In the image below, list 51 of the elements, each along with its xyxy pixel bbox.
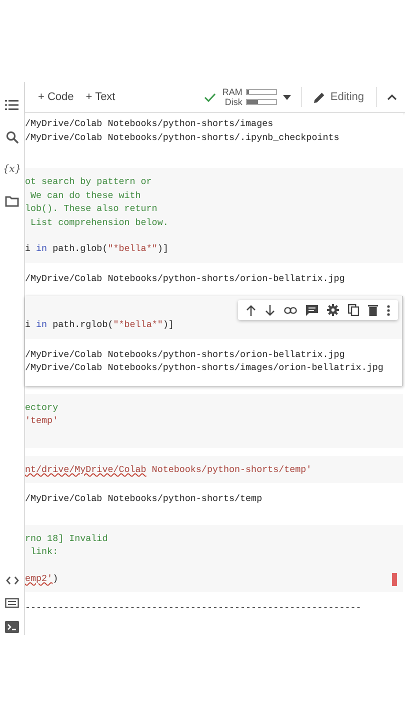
- terminal-icon[interactable]: [5, 621, 19, 633]
- error-marker: [392, 573, 397, 586]
- comment-icon[interactable]: [306, 304, 318, 316]
- code-cell[interactable]: ectory 'temp': [25, 394, 403, 448]
- disk-label: Disk: [224, 97, 242, 107]
- code-line: rno 18] Invalid: [25, 532, 108, 545]
- output-line: /MyDrive/Colab Notebooks/python-shorts/.ipynb_checkpoints: [25, 130, 340, 144]
- keyboard-icon[interactable]: [5, 598, 19, 608]
- code-snippets-icon[interactable]: [6, 576, 18, 585]
- code-line: ot search by pattern or: [25, 175, 152, 188]
- output-line: /MyDrive/Colab Notebooks/python-shorts/orion-bellatrix.jpg: [25, 272, 345, 285]
- code-cell[interactable]: nt/drive/MyDrive/Colab Notebooks/python-shorts/temp': [25, 456, 403, 483]
- collapse-chevron-icon[interactable]: [387, 94, 397, 100]
- folder-icon[interactable]: [5, 196, 19, 207]
- output-line: -------------------------------------------------------------: [25, 601, 362, 614]
- disk-meter: [246, 99, 278, 105]
- code-line: lob(). These also return: [25, 202, 158, 216]
- code-line: link:: [30, 545, 58, 558]
- code-line: emp2'): [25, 572, 58, 585]
- move-down-icon[interactable]: [265, 304, 275, 316]
- move-up-icon[interactable]: [246, 304, 256, 316]
- link-icon[interactable]: [284, 306, 297, 314]
- settings-icon[interactable]: [327, 304, 339, 316]
- ram-label: RAM: [222, 87, 242, 97]
- add-code-button[interactable]: + Code: [35, 89, 77, 105]
- code-cell[interactable]: rno 18] Invalid link: emp2'): [25, 524, 403, 592]
- code-line: i in path.glob("*bella*")]: [25, 242, 168, 256]
- code-line: nt/drive/MyDrive/Colab Notebooks/python-shorts/temp': [25, 462, 312, 476]
- editing-mode-button[interactable]: Editing: [312, 89, 366, 105]
- table-of-contents-icon[interactable]: [5, 99, 19, 111]
- copy-icon[interactable]: [348, 304, 359, 316]
- code-line: i in path.rglob("*bella*")]: [25, 318, 174, 332]
- code-line: List comprehension below.: [30, 216, 168, 229]
- dropdown-caret-icon[interactable]: [283, 94, 292, 100]
- code-line: We can do these with: [30, 188, 141, 202]
- code-line: 'temp': [25, 414, 58, 428]
- checkmark-icon: [204, 92, 216, 102]
- search-icon[interactable]: [6, 131, 18, 144]
- output-line: /MyDrive/Colab Notebooks/python-shorts/orion-bellatrix.jpg: [25, 348, 345, 361]
- code-line: ectory: [25, 400, 58, 414]
- code-cell[interactable]: ot search by pattern or We can do these with lob(). These also return List comprehension below. i in path.glob("*bella*")]: [25, 168, 403, 262]
- code-cell[interactable]: i in path.rglob("*bella*")]: [25, 296, 403, 338]
- pencil-icon: [314, 92, 326, 102]
- trash-icon[interactable]: [368, 304, 378, 316]
- output-line: /MyDrive/Colab Notebooks/python-shorts/temp: [25, 492, 262, 506]
- output-line: /MyDrive/Colab Notebooks/python-shorts/images/orion-bellatrix.jpg: [25, 361, 384, 374]
- more-options-icon[interactable]: [387, 304, 390, 316]
- variables-icon[interactable]: {x}: [2, 164, 22, 176]
- add-text-button[interactable]: + Text: [82, 89, 118, 105]
- ram-meter: [246, 89, 278, 95]
- output-line: /MyDrive/Colab Notebooks/python-shorts/images: [25, 117, 274, 130]
